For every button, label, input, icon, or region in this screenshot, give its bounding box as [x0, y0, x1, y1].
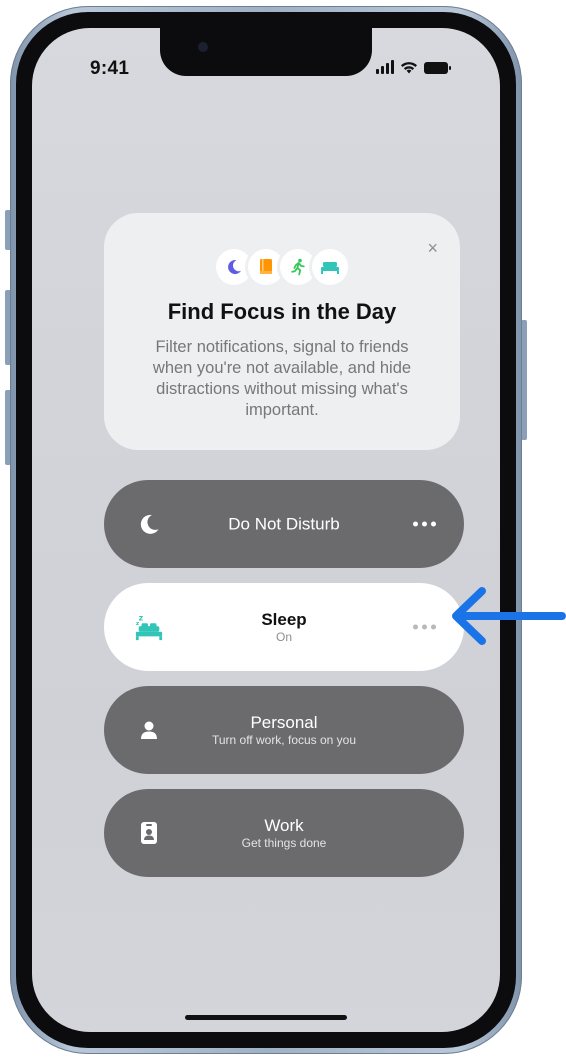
- status-time: 9:41: [90, 58, 130, 79]
- running-figure-icon: [280, 249, 316, 285]
- focus-row-subtitle: Get things done: [241, 836, 327, 850]
- notch: [160, 28, 372, 76]
- phone-screen: 9:41 × Find Focus in the Day Filter noti…: [32, 28, 500, 1032]
- focus-row-text: Personal Turn off work, focus on you: [104, 712, 464, 748]
- phone-frame: 9:41 × Find Focus in the Day Filter noti…: [10, 6, 522, 1054]
- card-title: Find Focus in the Day: [167, 299, 397, 324]
- wifi-icon: [401, 62, 417, 74]
- more-options-icon[interactable]: [413, 521, 436, 527]
- battery-icon: [424, 62, 451, 74]
- focus-row-title: Sleep: [261, 610, 307, 629]
- front-camera: [198, 42, 208, 52]
- focus-row-do-not-disturb[interactable]: Do Not Disturb: [104, 480, 464, 568]
- focus-row-title: Do Not Disturb: [228, 514, 340, 534]
- focus-row-work[interactable]: Work Get things done: [104, 789, 464, 877]
- cellular-signal-icon: [376, 60, 394, 74]
- callout-arrow-icon: [452, 587, 566, 645]
- home-indicator[interactable]: [185, 1015, 347, 1020]
- focus-row-subtitle: Turn off work, focus on you: [211, 733, 357, 747]
- focus-row-text: Work Get things done: [104, 815, 464, 851]
- focus-intro-card: × Find Focus in the Day Filter notificat…: [104, 213, 460, 450]
- focus-row-text: Do Not Disturb: [104, 514, 464, 535]
- focus-row-title: Work: [264, 816, 304, 835]
- stage: 9:41 × Find Focus in the Day Filter noti…: [0, 0, 566, 1059]
- focus-row-personal[interactable]: Personal Turn off work, focus on you: [104, 686, 464, 774]
- focus-row-sleep[interactable]: z z Sleep On: [104, 583, 464, 671]
- focus-row-title: Personal: [250, 713, 318, 732]
- moon-icon: [216, 249, 252, 285]
- close-icon[interactable]: ×: [427, 239, 438, 257]
- bed-icon: [312, 249, 348, 285]
- card-description: Filter notifications, signal to friends …: [152, 338, 412, 419]
- focus-row-text: Sleep On: [104, 609, 464, 645]
- book-icon: [248, 249, 284, 285]
- focus-icons-row: [216, 249, 348, 285]
- focus-row-status: On: [275, 630, 292, 644]
- phone-bezel: 9:41 × Find Focus in the Day Filter noti…: [16, 12, 516, 1048]
- more-options-icon[interactable]: [413, 624, 436, 630]
- status-icons: [376, 60, 451, 74]
